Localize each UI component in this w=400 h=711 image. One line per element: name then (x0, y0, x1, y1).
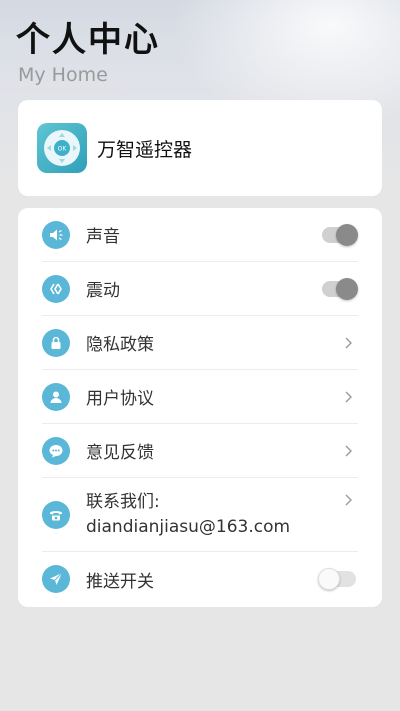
contact-label: 联系我们: diandianjiasu@163.com (86, 490, 340, 540)
chevron-right-icon (340, 389, 356, 405)
vibrate-label: 震动 (86, 281, 120, 301)
settings-card: 声音 震动 隐私政策 用户协议 意见反馈 联系我们: diandianjiasu… (18, 208, 382, 607)
contact-title: 联系我们: (86, 491, 160, 512)
page-subtitle: My Home (18, 64, 108, 86)
chevron-right-icon (340, 335, 356, 351)
chevron-right-icon (340, 443, 356, 459)
user-icon (42, 382, 70, 411)
phone-icon (42, 500, 70, 529)
settings-item-sound[interactable]: 声音 (42, 208, 358, 262)
feedback-label: 意见反馈 (86, 443, 154, 463)
user-agreement-label: 用户协议 (86, 389, 154, 409)
page-title: 个人中心 (16, 20, 160, 60)
settings-item-user-agreement[interactable]: 用户协议 (42, 370, 358, 424)
settings-item-vibrate[interactable]: 震动 (42, 262, 358, 316)
sound-label: 声音 (86, 227, 120, 247)
send-icon (42, 565, 70, 593)
chevron-right-icon (340, 492, 356, 508)
speaker-icon (42, 220, 70, 249)
settings-item-privacy[interactable]: 隐私政策 (42, 316, 358, 370)
app-icon-ok-label: OK (58, 146, 68, 153)
settings-item-feedback[interactable]: 意见反馈 (42, 424, 358, 478)
settings-item-push[interactable]: 推送开关 (42, 552, 358, 606)
push-label: 推送开关 (86, 571, 154, 592)
app-name: 万智遥控器 (97, 138, 193, 161)
app-card[interactable]: OK 万智遥控器 (18, 100, 382, 196)
contact-email: diandianjiasu@163.com (86, 516, 291, 537)
vibrate-toggle[interactable] (322, 277, 358, 300)
lock-icon (42, 328, 70, 357)
settings-item-contact[interactable]: 联系我们: diandianjiasu@163.com (42, 478, 358, 552)
remote-control-app-icon: OK (37, 123, 87, 173)
push-toggle[interactable] (318, 568, 356, 590)
vibrate-icon (42, 274, 70, 303)
privacy-label: 隐私政策 (86, 335, 154, 355)
chat-icon (42, 436, 70, 465)
sound-toggle[interactable] (322, 223, 358, 246)
